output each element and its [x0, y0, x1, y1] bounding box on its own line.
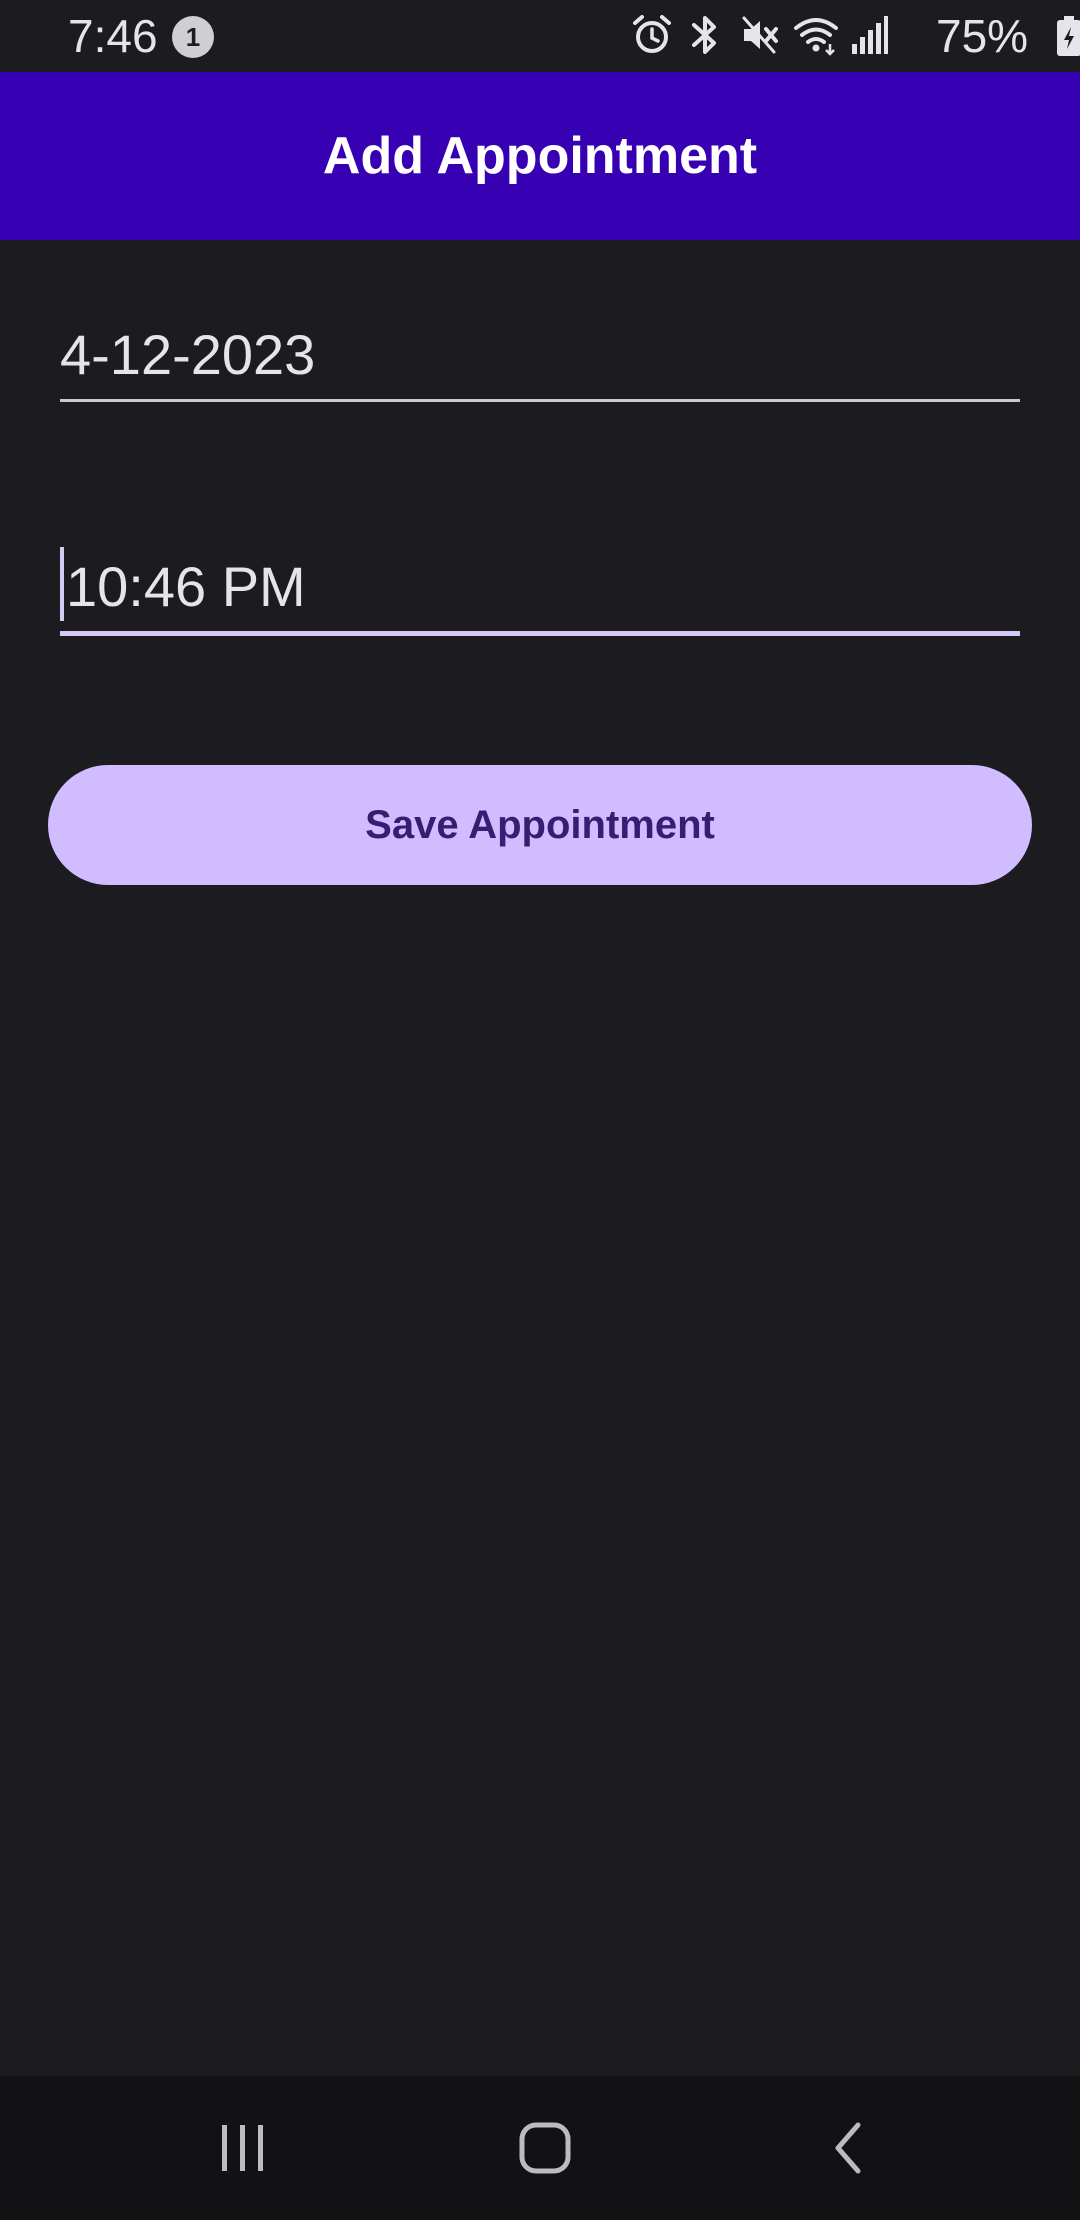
text-cursor	[60, 547, 64, 621]
date-field[interactable]: 4-12-2023	[60, 318, 1020, 402]
alarm-icon	[632, 14, 672, 61]
status-bar: 7:46 1 75%	[0, 0, 1080, 72]
status-icons: 75%	[600, 0, 1080, 72]
navigation-bar	[0, 2076, 1080, 2220]
wifi-icon	[792, 14, 840, 61]
status-time: 7:46	[68, 10, 158, 62]
save-appointment-button[interactable]: Save Appointment	[48, 765, 1032, 885]
cell-signal-icon	[850, 14, 888, 61]
battery-percent: 75%	[936, 10, 1029, 62]
date-value: 4-12-2023	[60, 323, 316, 386]
time-value: 10:46 PM	[66, 555, 306, 618]
battery-charging-icon	[1056, 16, 1080, 61]
notification-badge: 1	[172, 16, 214, 58]
vibrate-mute-icon	[740, 14, 780, 61]
back-button[interactable]	[748, 2076, 948, 2220]
app-bar: Add Appointment	[0, 72, 1080, 240]
home-button[interactable]	[445, 2076, 645, 2220]
page-title: Add Appointment	[322, 127, 758, 185]
bluetooth-icon	[688, 14, 722, 61]
recents-button[interactable]	[143, 2076, 343, 2220]
screen: 7:46 1 75% Add Appointment 4-12-2023 10:…	[0, 0, 1080, 2220]
time-field[interactable]: 10:46 PM	[60, 547, 1020, 636]
